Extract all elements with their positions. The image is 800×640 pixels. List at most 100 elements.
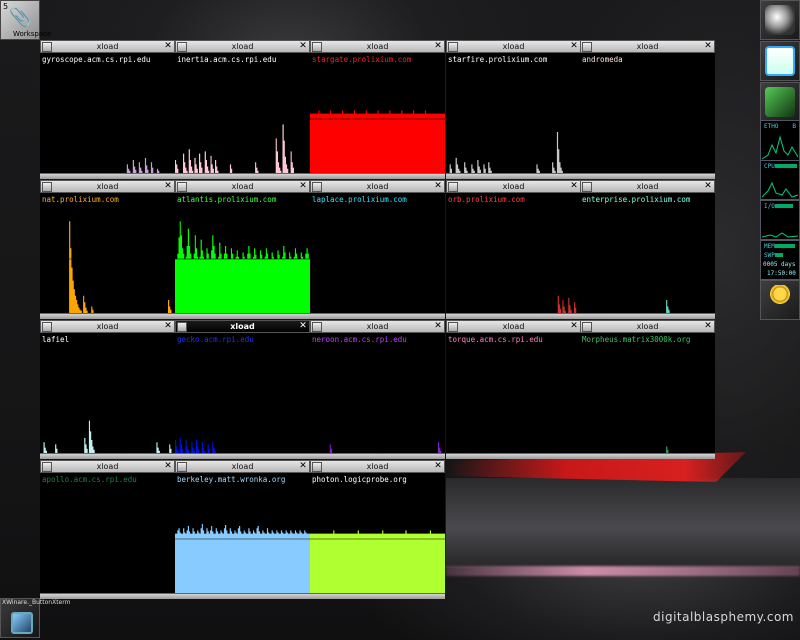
- window-resizebar[interactable]: [446, 313, 581, 319]
- close-button[interactable]: ✕: [433, 42, 443, 52]
- close-button[interactable]: ✕: [298, 182, 308, 192]
- window-titlebar[interactable]: xload ✕: [310, 460, 445, 473]
- close-button[interactable]: ✕: [433, 462, 443, 472]
- window-titlebar[interactable]: xload ✕: [40, 320, 175, 333]
- miniaturize-button[interactable]: [42, 322, 52, 332]
- window-titlebar[interactable]: xload ✕: [175, 180, 310, 193]
- xload-window[interactable]: xload ✕ enterprise.prolixium.com: [580, 180, 715, 319]
- miniaturize-button[interactable]: [312, 462, 322, 472]
- miniaturize-button[interactable]: [448, 322, 458, 332]
- miniaturize-button[interactable]: [42, 42, 52, 52]
- load-graph: [175, 437, 310, 453]
- dock-editor-tile[interactable]: [760, 82, 800, 122]
- miniaturize-button[interactable]: [177, 322, 187, 332]
- window-titlebar[interactable]: xload ✕: [580, 40, 715, 53]
- load-graph: [580, 446, 715, 453]
- monitor-icon: [765, 46, 795, 76]
- window-resizebar[interactable]: [580, 453, 715, 459]
- xload-window[interactable]: xload ✕ neroon.acm.cs.rpi.edu: [310, 320, 445, 459]
- close-button[interactable]: ✕: [703, 182, 713, 192]
- miniaturize-button[interactable]: [582, 322, 592, 332]
- xload-window[interactable]: xload ✕ photon.logicprobe.org: [310, 460, 445, 599]
- close-button[interactable]: ✕: [163, 182, 173, 192]
- window-titlebar[interactable]: xload ✕: [580, 180, 715, 193]
- close-button[interactable]: ✕: [298, 42, 308, 52]
- miniaturize-button[interactable]: [312, 182, 322, 192]
- xload-window[interactable]: xload ✕ stargate.prolixium.com: [310, 40, 445, 179]
- miniaturize-button[interactable]: [448, 42, 458, 52]
- close-button[interactable]: ✕: [163, 462, 173, 472]
- window-titlebar[interactable]: xload ✕: [310, 180, 445, 193]
- close-button[interactable]: ✕: [433, 182, 443, 192]
- close-button[interactable]: ✕: [703, 42, 713, 52]
- dock-terminal-tile[interactable]: [760, 41, 800, 81]
- window-titlebar[interactable]: xload ✕: [175, 40, 310, 53]
- window-titlebar[interactable]: xload ✕: [310, 320, 445, 333]
- window-titlebar[interactable]: xload ✕: [40, 180, 175, 193]
- xload-window[interactable]: xload ✕ atlantis.prolixium.com: [175, 180, 310, 319]
- dock-user-tile[interactable]: [760, 280, 800, 320]
- miniaturize-button[interactable]: [448, 182, 458, 192]
- xload-window[interactable]: xload ✕ gyroscope.acm.cs.rpi.edu: [40, 40, 175, 179]
- window-titlebar[interactable]: xload ✕: [175, 320, 310, 333]
- close-button[interactable]: ✕: [163, 42, 173, 52]
- miniaturize-button[interactable]: [312, 42, 322, 52]
- xload-window[interactable]: xload ✕ andromeda: [580, 40, 715, 179]
- close-button[interactable]: ✕: [569, 182, 579, 192]
- xload-window[interactable]: xload ✕ berkeley.matt.wronka.org: [175, 460, 310, 599]
- window-resizebar[interactable]: [40, 313, 175, 319]
- miniaturize-button[interactable]: [582, 182, 592, 192]
- xload-window[interactable]: xload ✕ apollo.acm.cs.rpi.edu: [40, 460, 175, 599]
- window-titlebar[interactable]: xload ✕: [580, 320, 715, 333]
- close-button[interactable]: ✕: [569, 322, 579, 332]
- miniaturize-button[interactable]: [582, 42, 592, 52]
- window-resizebar[interactable]: [310, 453, 445, 459]
- window-resizebar[interactable]: [580, 173, 715, 179]
- xload-window[interactable]: xload ✕ starfire.prolixium.com: [446, 40, 581, 179]
- window-titlebar[interactable]: xload ✕: [175, 460, 310, 473]
- window-titlebar[interactable]: xload ✕: [40, 460, 175, 473]
- dock-app-tile[interactable]: [760, 0, 800, 40]
- miniaturize-button[interactable]: [42, 462, 52, 472]
- close-button[interactable]: ✕: [569, 42, 579, 52]
- miniaturize-button[interactable]: [42, 182, 52, 192]
- close-button[interactable]: ✕: [433, 322, 443, 332]
- window-titlebar[interactable]: xload ✕: [40, 40, 175, 53]
- window-resizebar[interactable]: [175, 453, 310, 459]
- window-resizebar[interactable]: [175, 593, 310, 599]
- miniaturize-button[interactable]: [177, 462, 187, 472]
- xload-window[interactable]: xload ✕ lafiel: [40, 320, 175, 459]
- miniaturize-button[interactable]: [312, 322, 322, 332]
- window-resizebar[interactable]: [175, 173, 310, 179]
- iconified-window[interactable]: XWinare._ButtonXterm: [0, 598, 70, 638]
- window-titlebar[interactable]: xload ✕: [310, 40, 445, 53]
- xload-window[interactable]: xload ✕ orb.prolixium.com: [446, 180, 581, 319]
- window-resizebar[interactable]: [310, 173, 445, 179]
- close-button[interactable]: ✕: [163, 322, 173, 332]
- xload-window[interactable]: xload ✕ inertia.acm.cs.rpi.edu: [175, 40, 310, 179]
- window-resizebar[interactable]: [310, 313, 445, 319]
- window-titlebar[interactable]: xload ✕: [446, 320, 581, 333]
- xload-window[interactable]: xload ✕ nat.prolixium.com: [40, 180, 175, 319]
- window-titlebar[interactable]: xload ✕: [446, 180, 581, 193]
- close-button[interactable]: ✕: [298, 462, 308, 472]
- miniaturize-button[interactable]: [177, 182, 187, 192]
- miniaturize-button[interactable]: [177, 42, 187, 52]
- window-titlebar[interactable]: xload ✕: [446, 40, 581, 53]
- swap-bar: [775, 253, 783, 257]
- window-resizebar[interactable]: [580, 313, 715, 319]
- xload-window[interactable]: xload ✕ torque.acm.cs.rpi.edu: [446, 320, 581, 459]
- workspace-clip[interactable]: 5 📎 Workspace: [0, 0, 51, 40]
- window-resizebar[interactable]: [446, 173, 581, 179]
- xload-window[interactable]: xload ✕ laplace.prolixium.com: [310, 180, 445, 319]
- xload-window[interactable]: xload ✕ Morpheus.matrix3000k.org: [580, 320, 715, 459]
- xload-window[interactable]: xload ✕ gecko.acm.rpi.edu: [175, 320, 310, 459]
- close-button[interactable]: ✕: [703, 322, 713, 332]
- hostname-label: atlantis.prolixium.com: [177, 195, 277, 204]
- window-resizebar[interactable]: [310, 593, 445, 599]
- window-resizebar[interactable]: [40, 173, 175, 179]
- close-button[interactable]: ✕: [298, 322, 308, 332]
- window-resizebar[interactable]: [175, 313, 310, 319]
- window-resizebar[interactable]: [40, 453, 175, 459]
- window-resizebar[interactable]: [446, 453, 581, 459]
